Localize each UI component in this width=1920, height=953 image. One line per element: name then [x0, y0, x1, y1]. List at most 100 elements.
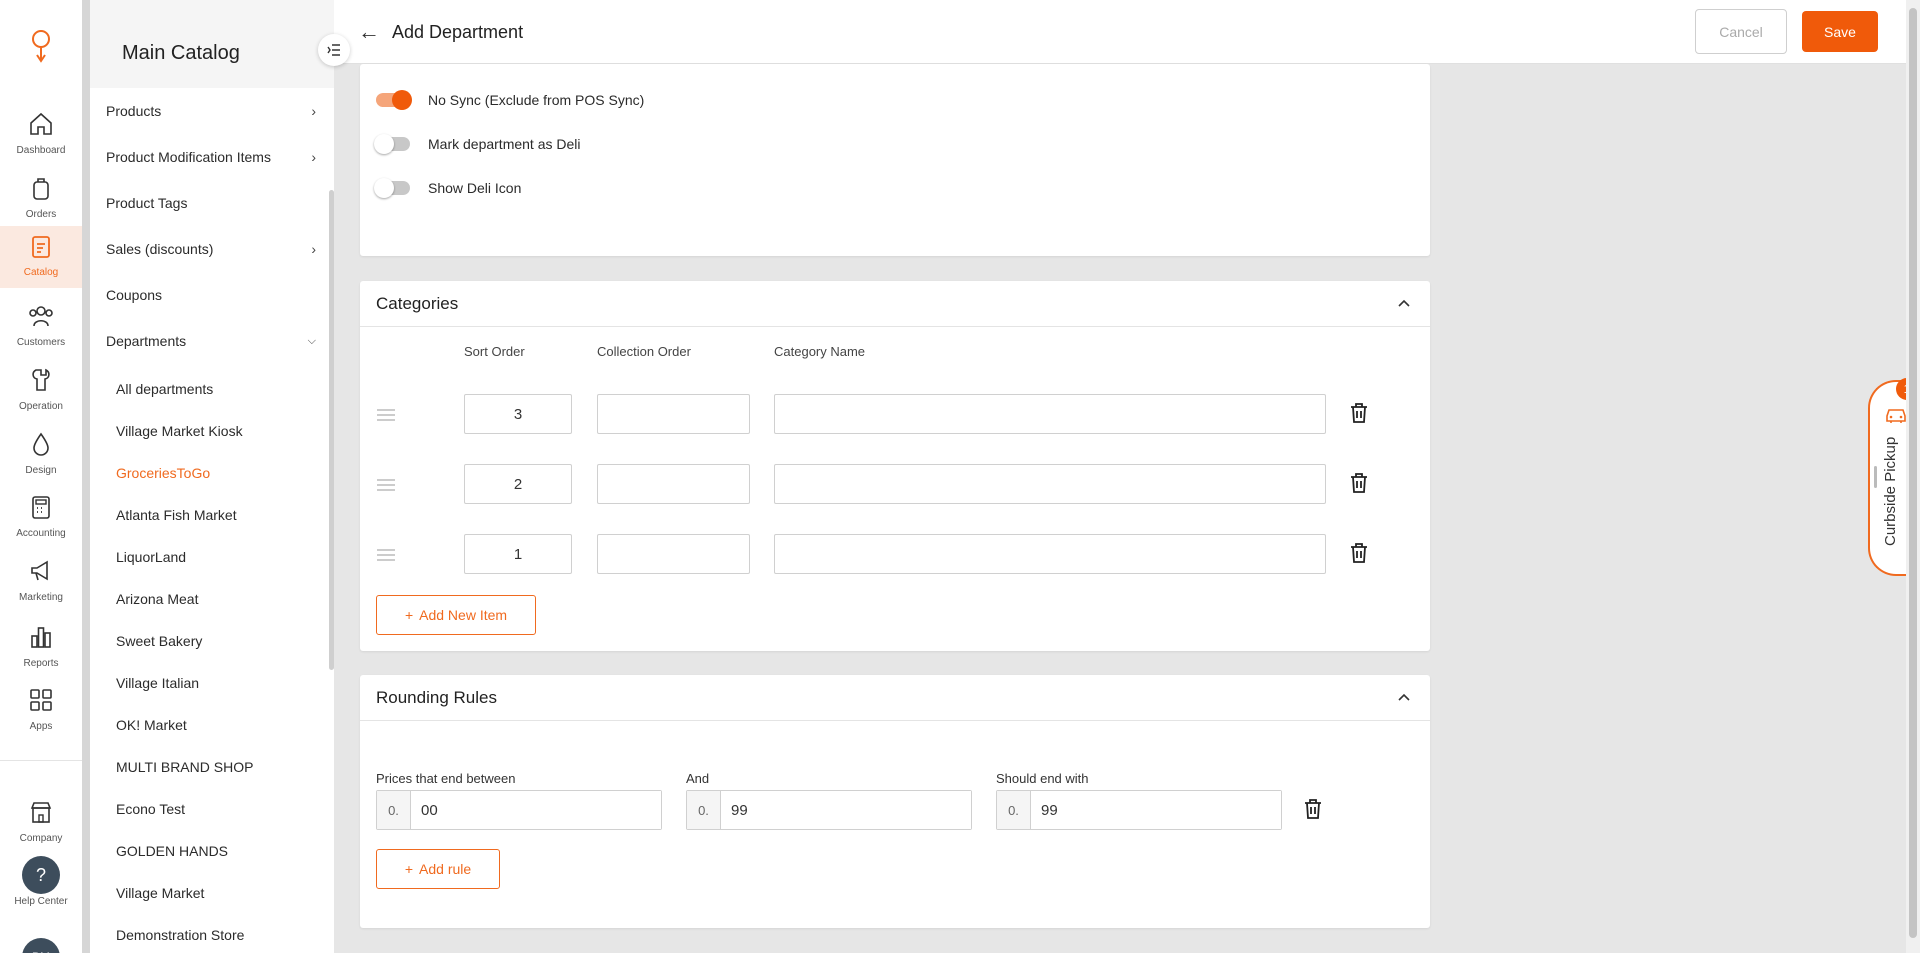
field-label: And — [686, 771, 710, 786]
collection-order-input[interactable] — [597, 534, 750, 574]
section-title: Rounding Rules — [376, 688, 497, 707]
add-new-item-button[interactable]: + Add New Item — [376, 595, 536, 635]
chevron-right-icon: › — [311, 241, 316, 257]
categories-header[interactable]: Categories — [360, 281, 1430, 327]
trash-icon[interactable] — [1350, 473, 1368, 493]
dept-item[interactable]: Demonstration Store — [116, 927, 244, 943]
sort-order-input[interactable] — [464, 534, 572, 574]
subnav-title: Main Catalog — [90, 0, 334, 88]
megaphone-icon — [31, 560, 48, 581]
subnav-item-product-tags[interactable]: Product Tags — [106, 195, 316, 211]
toggle-row-deli: Mark department as Deli — [374, 134, 581, 154]
drag-handle-icon[interactable] — [376, 405, 396, 425]
page-scrollbar[interactable] — [1906, 0, 1920, 953]
section-title: Categories — [376, 294, 459, 313]
rail-item-dashboard[interactable]: Dashboard — [0, 104, 82, 166]
rail-item-apps[interactable]: Apps — [0, 680, 82, 742]
rail-label: Operation — [19, 401, 63, 412]
rail-item-marketing[interactable]: Marketing — [0, 551, 82, 613]
drag-handle-icon[interactable] — [376, 475, 396, 495]
rail-item-accounting[interactable]: Accounting — [0, 487, 82, 549]
dept-item[interactable]: GOLDEN HANDS — [116, 843, 228, 859]
dept-item[interactable]: Econo Test — [116, 801, 185, 817]
department-settings-card: No Sync (Exclude from POS Sync) Mark dep… — [360, 64, 1430, 256]
plus-icon: + — [404, 607, 414, 623]
dept-item[interactable]: Arizona Meat — [116, 591, 198, 607]
chevron-right-icon: › — [311, 149, 316, 165]
collapse-menu-icon — [327, 44, 340, 56]
price-end-field: 0. — [686, 790, 972, 830]
chevron-up-icon[interactable] — [1396, 689, 1412, 705]
price-start-input[interactable] — [411, 791, 661, 829]
dept-item[interactable]: Village Italian — [116, 675, 199, 691]
rail-scrollbar[interactable] — [82, 0, 90, 953]
add-rule-button[interactable]: + Add rule — [376, 849, 500, 889]
rail-label: Accounting — [16, 528, 66, 539]
page-header: ← Add Department Cancel Save — [334, 0, 1920, 64]
category-name-input[interactable] — [774, 534, 1326, 574]
column-header: Category Name — [774, 344, 866, 359]
rail-label: Orders — [25, 209, 57, 220]
chevron-up-icon[interactable] — [1396, 295, 1412, 311]
field-label: Should end with — [996, 771, 1089, 786]
clipboard-icon — [32, 236, 50, 258]
dept-item[interactable]: Sweet Bakery — [116, 633, 202, 649]
trash-icon[interactable] — [1350, 543, 1368, 563]
user-avatar[interactable]: BM — [22, 938, 60, 953]
no-sync-toggle[interactable] — [376, 90, 412, 110]
rail-item-customers[interactable]: Customers — [0, 296, 82, 358]
category-name-input[interactable] — [774, 464, 1326, 504]
collection-order-input[interactable] — [597, 464, 750, 504]
rail-item-reports[interactable]: Reports — [0, 617, 82, 679]
page-scrollbar-thumb[interactable] — [1909, 8, 1917, 938]
rail-item-orders[interactable]: Orders — [0, 168, 82, 230]
price-end-input[interactable] — [721, 791, 971, 829]
subnav-item-coupons[interactable]: Coupons — [106, 287, 316, 303]
column-header: Collection Order — [597, 344, 691, 359]
collection-order-input[interactable] — [597, 394, 750, 434]
help-icon: ? — [22, 856, 60, 894]
trash-icon[interactable] — [1350, 403, 1368, 423]
sort-order-input[interactable] — [464, 394, 572, 434]
dept-item[interactable]: LiquorLand — [116, 549, 186, 565]
subnav-item-product-modification-items[interactable]: Product Modification Items › — [106, 149, 316, 165]
rounding-rules-header[interactable]: Rounding Rules — [360, 675, 1430, 721]
subnav-item-products[interactable]: Products › — [106, 103, 316, 119]
toggle-label: Mark department as Deli — [428, 136, 581, 152]
rail-item-company[interactable]: Company — [0, 792, 82, 854]
rail-label: Company — [19, 833, 63, 844]
toggle-label: No Sync (Exclude from POS Sync) — [428, 92, 645, 108]
plus-icon: + — [404, 861, 414, 877]
rail-item-operation[interactable]: Operation — [0, 360, 82, 422]
subnav-scrollbar[interactable] — [329, 190, 334, 670]
dept-item[interactable]: MULTI BRAND SHOP — [116, 759, 253, 775]
toggle-label: Show Deli Icon — [428, 180, 522, 196]
sort-order-input[interactable] — [464, 464, 572, 504]
rail-item-catalog[interactable]: Catalog — [0, 226, 82, 288]
dept-item[interactable]: Village Market — [116, 885, 204, 901]
rail-label: Help Center — [14, 896, 68, 907]
cancel-button[interactable]: Cancel — [1695, 9, 1787, 54]
category-name-input[interactable] — [774, 394, 1326, 434]
show-deli-icon-toggle[interactable] — [374, 178, 410, 198]
dept-item-active[interactable]: GroceriesToGo — [116, 465, 210, 481]
back-arrow-icon[interactable]: ← — [358, 21, 380, 43]
apps-grid-icon — [30, 689, 52, 711]
rail-item-help-center[interactable]: ? Help Center — [0, 856, 82, 918]
dept-item[interactable]: OK! Market — [116, 717, 187, 733]
curbside-drag-grip[interactable] — [1874, 466, 1877, 488]
ends-with-input[interactable] — [1031, 791, 1281, 829]
subnav-item-sales[interactable]: Sales (discounts) › — [106, 241, 316, 257]
dept-item[interactable]: All departments — [116, 381, 213, 397]
dept-item[interactable]: Village Market Kiosk — [116, 423, 243, 439]
decimal-prefix: 0. — [377, 791, 411, 829]
trash-icon[interactable] — [1304, 799, 1322, 819]
dept-item[interactable]: Atlanta Fish Market — [116, 507, 237, 523]
save-button[interactable]: Save — [1802, 11, 1878, 52]
subnav-item-departments[interactable]: Departments ⌵ — [106, 333, 316, 349]
collapse-sidebar-button[interactable] — [318, 34, 350, 66]
mark-deli-toggle[interactable] — [374, 134, 410, 154]
rail-item-design[interactable]: Design — [0, 424, 82, 486]
store-icon — [30, 802, 52, 823]
drag-handle-icon[interactable] — [376, 545, 396, 565]
